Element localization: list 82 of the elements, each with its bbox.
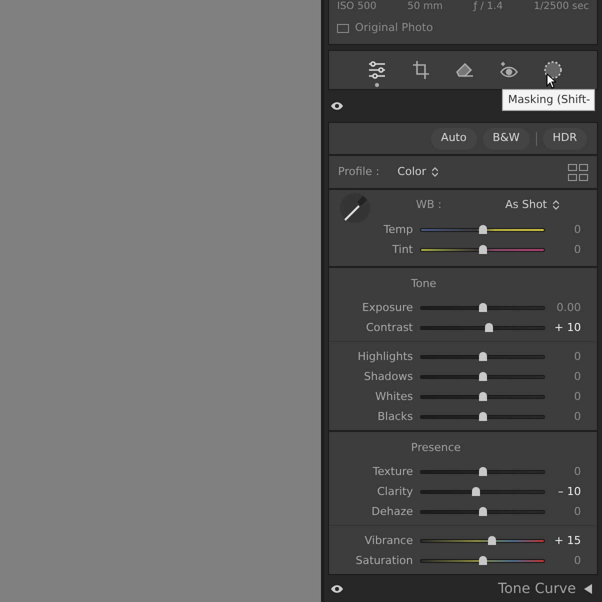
slider-label: Contrast xyxy=(364,320,413,336)
slider-value: 0.00 xyxy=(556,300,581,316)
treatment-button[interactable]: B&W xyxy=(482,128,530,150)
up-down-chevron-icon xyxy=(432,167,438,177)
slider-label: Whites xyxy=(374,388,413,405)
eyedropper-icon[interactable] xyxy=(339,192,371,224)
slider-value: 0 xyxy=(574,388,581,405)
collapse-triangle-icon[interactable] xyxy=(584,584,592,594)
slider-track[interactable] xyxy=(420,248,545,252)
slider-thumb[interactable] xyxy=(484,323,493,332)
slider-value: 0 xyxy=(574,408,581,425)
slider-track[interactable] xyxy=(420,470,545,474)
mask-circle-icon xyxy=(543,60,563,80)
slider-value: + 15 xyxy=(554,532,581,549)
crop-icon xyxy=(412,60,430,80)
slider-label: Tint xyxy=(391,242,413,258)
slider-label: Clarity xyxy=(376,484,413,500)
slider-track[interactable] xyxy=(420,559,545,563)
slider-thumb[interactable] xyxy=(478,372,486,381)
profile-label: Profile : xyxy=(338,164,380,180)
slider-track[interactable] xyxy=(420,415,545,419)
eraser-icon xyxy=(455,62,475,78)
exif-value: 1/2500 sec xyxy=(534,2,589,12)
slider-value: 0 xyxy=(574,552,581,569)
exif-value: ƒ / 1.4 xyxy=(474,2,503,12)
slider-label: Shadows xyxy=(362,368,413,385)
slider-label: Exposure xyxy=(361,300,413,316)
slider-value: 0 xyxy=(574,504,581,520)
slider-value: 0 xyxy=(574,464,581,480)
slider-label: Texture xyxy=(372,464,413,480)
checkbox[interactable] xyxy=(337,24,349,32)
slider-label: Dehaze xyxy=(370,504,413,520)
slider-track[interactable] xyxy=(420,395,545,399)
wb-label: WB : xyxy=(416,196,442,213)
slider-value: 0 xyxy=(574,368,581,385)
grid-icon[interactable] xyxy=(568,164,588,180)
slider-thumb[interactable] xyxy=(472,487,480,496)
slider-label: Vibrance xyxy=(364,532,413,549)
slider-track[interactable] xyxy=(420,539,545,543)
slider-value: 0 xyxy=(574,348,581,365)
slider-value: 0 xyxy=(574,242,581,258)
slider-thumb[interactable] xyxy=(478,556,486,565)
panel-title[interactable]: Tone Curve xyxy=(498,578,576,600)
slider-track[interactable] xyxy=(420,510,545,514)
wb-dropdown[interactable]: As Shot xyxy=(505,196,559,214)
slider-thumb[interactable] xyxy=(478,225,486,234)
treatment-button[interactable]: HDR xyxy=(542,128,587,150)
slider-value: 0 xyxy=(574,222,581,238)
exif-value: ISO 500 xyxy=(337,2,376,12)
tooltip: Masking (Shift- xyxy=(502,89,596,111)
slider-thumb[interactable] xyxy=(478,392,486,401)
section-title: Presence xyxy=(411,440,461,456)
section-title: Tone xyxy=(411,276,436,292)
treatment-button[interactable]: Auto xyxy=(431,128,477,150)
slider-thumb[interactable] xyxy=(478,245,486,254)
slider-label: Blacks xyxy=(376,408,413,425)
slider-label: Saturation xyxy=(354,552,413,569)
slider-label: Highlights xyxy=(356,348,413,365)
eye-icon xyxy=(499,61,519,79)
up-down-chevron-icon xyxy=(553,200,559,210)
slider-thumb[interactable] xyxy=(478,303,486,312)
slider-thumb[interactable] xyxy=(478,507,486,516)
slider-thumb[interactable] xyxy=(478,467,486,476)
slider-value: – 10 xyxy=(558,484,581,500)
slider-track[interactable] xyxy=(420,228,545,232)
slider-track[interactable] xyxy=(420,375,545,379)
slider-track[interactable] xyxy=(420,306,545,310)
slider-track[interactable] xyxy=(420,326,545,330)
slider-track[interactable] xyxy=(420,490,545,494)
slider-track[interactable] xyxy=(420,355,545,359)
sliders-icon xyxy=(367,60,387,80)
slider-thumb[interactable] xyxy=(478,352,486,361)
slider-value: + 10 xyxy=(554,320,581,336)
slider-thumb[interactable] xyxy=(488,536,496,545)
cursor-icon xyxy=(546,73,556,89)
eye-icon[interactable] xyxy=(330,584,344,594)
exif-value: 50 mm xyxy=(407,2,443,12)
profile-dropdown[interactable]: Color xyxy=(397,164,438,180)
checkbox-label: Original Photo xyxy=(355,20,433,36)
slider-label: Temp xyxy=(382,222,413,238)
eye-icon[interactable] xyxy=(330,101,344,111)
slider-thumb[interactable] xyxy=(478,412,486,421)
